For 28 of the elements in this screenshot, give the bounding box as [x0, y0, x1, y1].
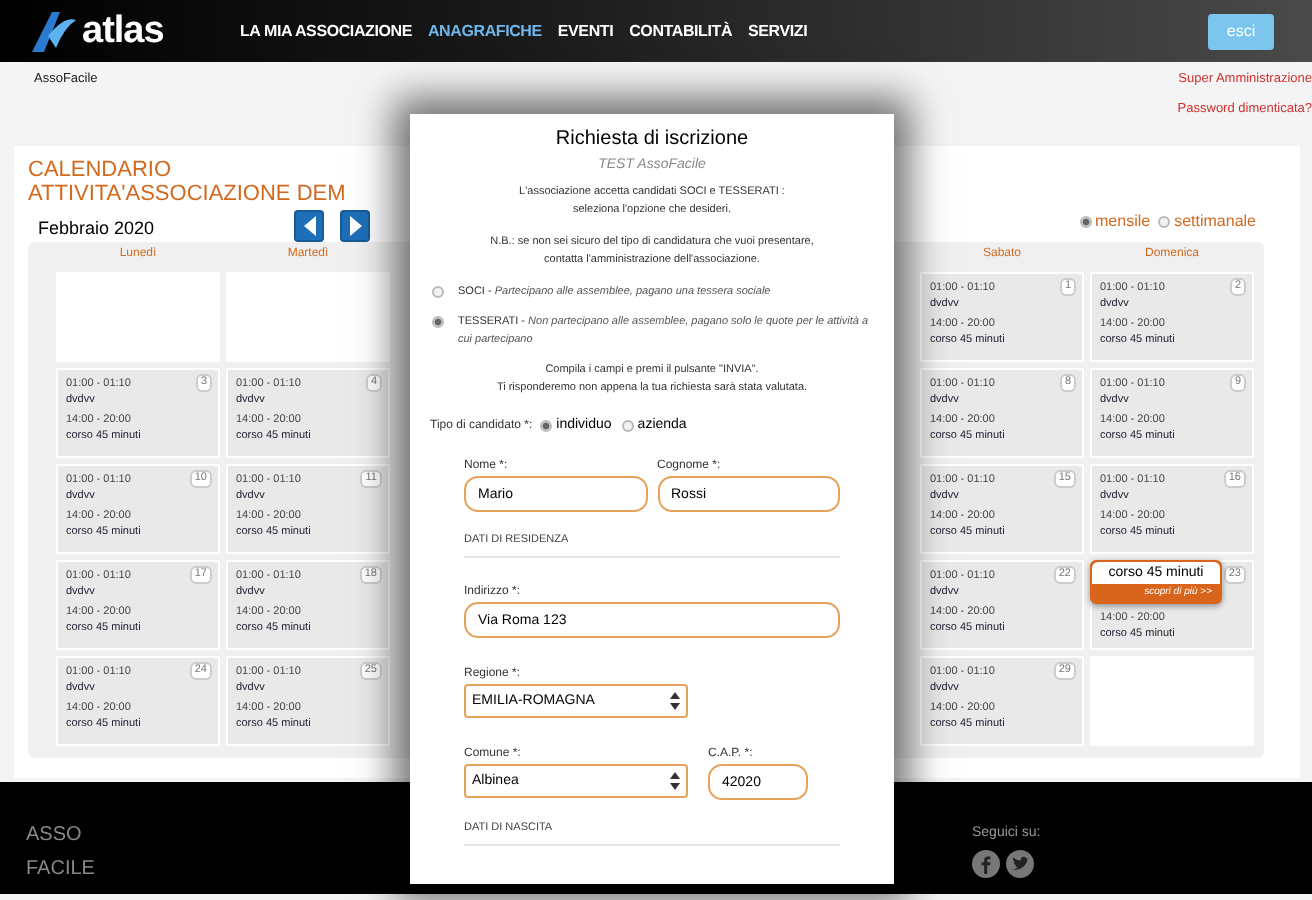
- nav-link[interactable]: ANAGRAFICHE: [427, 22, 542, 40]
- left-triangle-icon: [303, 216, 315, 236]
- logo-icon: [28, 7, 80, 55]
- nav-link[interactable]: EVENTI: [557, 22, 614, 40]
- nav-link[interactable]: CONTABILITÀ: [629, 22, 733, 40]
- dialog-title: Richiesta di iscrizione: [555, 128, 749, 150]
- footer-brand: ASSO: [26, 822, 84, 850]
- nav-link[interactable]: LA MIA ASSOCIAZIONE: [240, 22, 412, 40]
- next-button[interactable]: [340, 210, 370, 242]
- candidate-radio[interactable]: [432, 286, 444, 298]
- updown-icon: [670, 692, 680, 710]
- candidate-radio[interactable]: [432, 316, 444, 328]
- nav-link[interactable]: SERVIZI: [748, 22, 808, 40]
- view-label[interactable]: mensile: [1095, 212, 1151, 230]
- view-radio[interactable]: [1158, 215, 1171, 227]
- previous-button[interactable]: [294, 210, 324, 242]
- type-radio[interactable]: [621, 419, 634, 431]
- logo-text: atlas: [82, 9, 164, 53]
- footer-brand: FACILE: [26, 856, 95, 884]
- type-radio[interactable]: [540, 419, 553, 431]
- month-label: Febbraio 2020: [38, 218, 157, 238]
- calendar-title: CALENDARIO ATTIVITA'ASSOCIAZIONE DEM: [28, 158, 348, 206]
- right-triangle-icon: [349, 216, 361, 236]
- view-radio[interactable]: [1079, 215, 1091, 227]
- updown-icon: [670, 772, 680, 790]
- social-icon[interactable]: [972, 850, 1000, 878]
- social-icon[interactable]: [1006, 850, 1034, 878]
- view-label[interactable]: settimanale: [1174, 212, 1256, 230]
